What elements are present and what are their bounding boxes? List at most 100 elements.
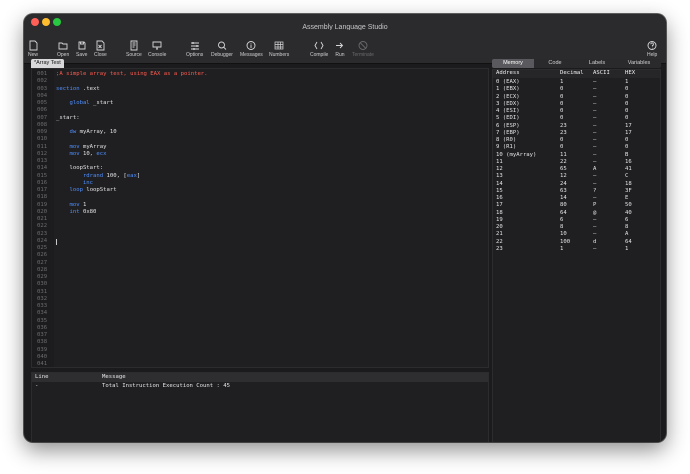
- code-editor[interactable]: 001 002 003 004 005 006 007 008 009 010 011 012 013 0…: [31, 68, 489, 368]
- code-line[interactable]: _start:: [56, 115, 488, 122]
- console-button[interactable]: Console: [148, 30, 166, 64]
- code-line[interactable]: global _start: [56, 100, 488, 107]
- code-line[interactable]: ;A simple array test, using EAX as a poi…: [56, 71, 488, 78]
- terminate-button[interactable]: Terminate: [352, 30, 374, 64]
- code-line[interactable]: mov myArray: [56, 144, 488, 151]
- tab-variables[interactable]: Variables: [618, 59, 660, 68]
- close-button[interactable]: Close: [94, 30, 107, 64]
- code-line[interactable]: [56, 274, 488, 281]
- code-line[interactable]: [56, 136, 488, 143]
- code-line[interactable]: section .text: [56, 86, 488, 93]
- memory-table-header: Address Decimal ASCII HEX: [493, 70, 660, 78]
- toolbar-label: Options: [186, 52, 204, 58]
- memory-row[interactable]: 18 64 @40: [493, 210, 660, 217]
- code-line[interactable]: mov 1: [56, 202, 488, 209]
- code-line[interactable]: [56, 347, 488, 354]
- messages-button[interactable]: Messages: [240, 30, 263, 64]
- code-line[interactable]: dw myArray, 10: [56, 129, 488, 136]
- code-area[interactable]: ;A simple array test, using EAX as a poi…: [56, 69, 488, 367]
- line-number: 038: [37, 339, 48, 346]
- code-line[interactable]: [56, 310, 488, 317]
- memory-row[interactable]: 15 63? 3F: [493, 188, 660, 195]
- memory-row[interactable]: 22 100 d 64: [493, 239, 660, 246]
- memory-row[interactable]: 16 14 – E: [493, 195, 660, 202]
- memory-ascii: –: [593, 108, 597, 114]
- line-number: 031: [37, 288, 48, 295]
- memory-row[interactable]: 13 12 – C: [493, 173, 660, 180]
- code-line[interactable]: inc: [56, 180, 488, 187]
- memory-address: 16: [496, 195, 503, 201]
- memory-row[interactable]: 23 1 – 1: [493, 246, 660, 253]
- memory-row[interactable]: 1 (EBX) 0 – 0: [493, 86, 660, 93]
- memory-row[interactable]: 12 65 A 41: [493, 166, 660, 173]
- tab-labels[interactable]: Labels: [576, 59, 618, 68]
- code-line[interactable]: [56, 238, 488, 245]
- memory-row[interactable]: 19 6 – 6: [493, 217, 660, 224]
- memory-row[interactable]: 20 8 – 8: [493, 224, 660, 231]
- memory-row[interactable]: 6 (ESP) 23 – 17: [493, 123, 660, 130]
- memory-row[interactable]: 4 (ESI) 0 – 0: [493, 108, 660, 115]
- debugger-button[interactable]: Debugger: [211, 30, 233, 64]
- memory-hex: 64: [625, 238, 632, 245]
- memory-row[interactable]: 2 (ECX) 0 – 0: [493, 94, 660, 101]
- code-line[interactable]: [56, 216, 488, 223]
- code-line[interactable]: mov 10, ecx: [56, 151, 488, 158]
- code-line[interactable]: [56, 245, 488, 252]
- code-line[interactable]: [56, 78, 488, 85]
- code-line[interactable]: [56, 332, 488, 339]
- memory-header-address: Address: [496, 70, 520, 76]
- memory-decimal: 23: [560, 129, 567, 136]
- numbers-button[interactable]: Numbers: [269, 30, 289, 64]
- tab-code[interactable]: Code: [534, 59, 576, 68]
- memory-row[interactable]: 3 (EDX) 0 – 0: [493, 101, 660, 108]
- close-window-button[interactable]: [31, 18, 39, 26]
- memory-row[interactable]: 11 22 – 16: [493, 159, 660, 166]
- code-line[interactable]: [56, 303, 488, 310]
- tab-array-test[interactable]: *Array Test: [31, 59, 64, 68]
- code-line[interactable]: [56, 223, 488, 230]
- maximize-window-button[interactable]: [53, 18, 61, 26]
- code-line[interactable]: [56, 354, 488, 361]
- minimize-window-button[interactable]: [42, 18, 50, 26]
- source-button[interactable]: Source: [126, 30, 142, 64]
- memory-row[interactable]: 0 (EAX) 1 – 1: [493, 79, 660, 86]
- code-line[interactable]: [56, 158, 488, 165]
- code-line[interactable]: rdrand 100, [eax]: [56, 173, 488, 180]
- tab-memory[interactable]: Memory: [492, 59, 534, 68]
- memory-row[interactable]: 21 10 – A: [493, 231, 660, 238]
- code-line[interactable]: loopStart:: [56, 165, 488, 172]
- memory-row[interactable]: 8 (R0) 0 – 0: [493, 137, 660, 144]
- memory-row[interactable]: 7 (EBP) 23 – 17: [493, 130, 660, 137]
- code-line[interactable]: [56, 296, 488, 303]
- memory-row[interactable]: 5 (EDI) 0 – 0: [493, 115, 660, 122]
- code-line[interactable]: [56, 361, 488, 368]
- message-row[interactable]: - Total Instruction Execution Count : 45: [32, 382, 488, 390]
- code-line[interactable]: [56, 107, 488, 114]
- code-line[interactable]: [56, 260, 488, 267]
- code-line[interactable]: [56, 325, 488, 332]
- code-line[interactable]: [56, 339, 488, 346]
- code-line[interactable]: [56, 231, 488, 238]
- code-line[interactable]: int 0x80: [56, 209, 488, 216]
- code-line[interactable]: [56, 252, 488, 259]
- code-line[interactable]: [56, 281, 488, 288]
- code-line[interactable]: [56, 289, 488, 296]
- memory-hex: 16: [625, 158, 632, 165]
- code-line[interactable]: [56, 93, 488, 100]
- memory-row[interactable]: 17 80 P 50: [493, 202, 660, 209]
- memory-decimal: 65: [560, 166, 567, 172]
- save-button[interactable]: Save: [76, 30, 87, 64]
- memory-row[interactable]: 10 (myArray) 11 – B: [493, 152, 660, 159]
- options-button[interactable]: Options: [186, 30, 203, 64]
- line-number: 016: [37, 179, 48, 186]
- code-line[interactable]: loop loopStart: [56, 187, 488, 194]
- code-line[interactable]: [56, 194, 488, 201]
- code-line[interactable]: [56, 267, 488, 274]
- code-keyword: loop: [56, 187, 83, 193]
- compile-button[interactable]: Compile: [310, 30, 328, 64]
- memory-row[interactable]: 9 (R1) 0 – 0: [493, 144, 660, 151]
- memory-row[interactable]: 14 24 – 18: [493, 181, 660, 188]
- code-line[interactable]: [56, 318, 488, 325]
- code-line[interactable]: [56, 122, 488, 129]
- run-button[interactable]: Run: [335, 30, 345, 64]
